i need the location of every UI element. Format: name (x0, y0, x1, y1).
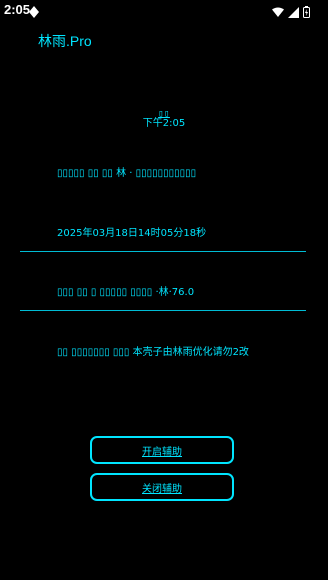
info-line-4: ▯▯ ▯▯▯▯▯▯▯ ▯▯▯ 本壳子由林雨优化请勿2改 (57, 347, 249, 358)
info-line-3: ▯▯▯ ▯▯ ▯ ▯▯▯▯▯ ▯▯▯▯ ·林·76.0 (57, 287, 195, 298)
signal-icon (288, 3, 299, 22)
header-clock: 下午2:05 (142, 118, 186, 129)
disable-assist-label: 关闭辅助 (142, 483, 182, 495)
divider-top (20, 251, 306, 252)
wifi-icon (272, 3, 284, 22)
enable-assist-button[interactable]: 开启辅助 (90, 436, 234, 464)
enable-assist-label: 开启辅助 (142, 446, 182, 458)
divider-bottom (20, 310, 306, 311)
app-notification-icon (28, 3, 40, 22)
info-line-1: ▯▯▯▯▯ ▯▯ ▯▯ 林 · ▯▯▯▯▯▯▯▯▯▯▯ (57, 168, 197, 179)
status-bar: 2:05 (0, 0, 328, 20)
status-time: 2:05 (4, 2, 31, 17)
datetime-line: 2025年03月18日14时05分18秒 (57, 228, 207, 239)
app-title: 林雨.Pro (38, 33, 92, 49)
battery-icon (303, 3, 310, 22)
disable-assist-button[interactable]: 关闭辅助 (90, 473, 234, 501)
